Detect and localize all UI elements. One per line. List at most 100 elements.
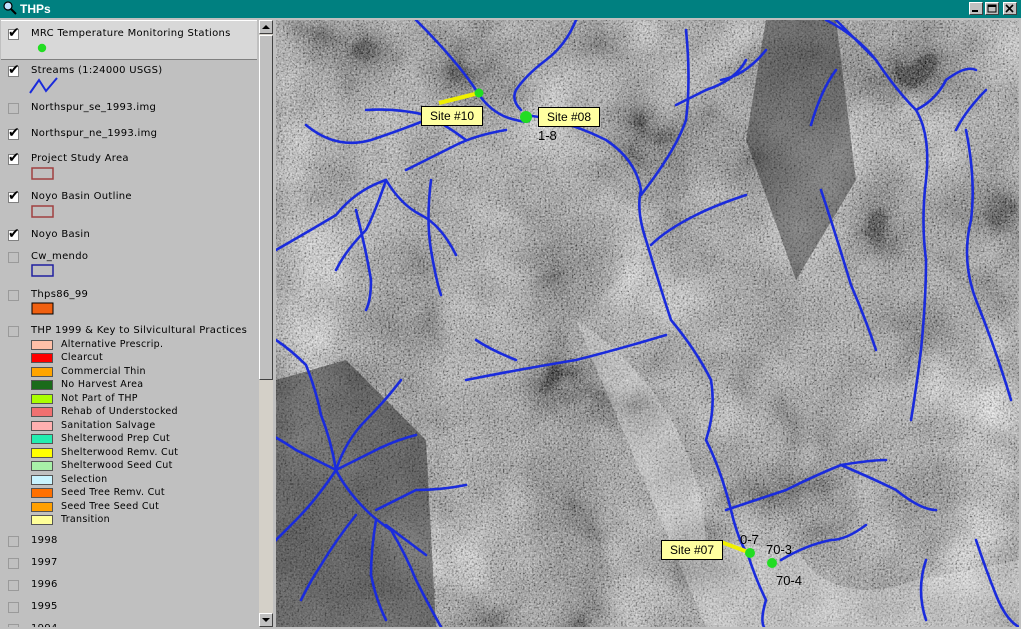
layer-noyo-basin-outline[interactable]: ✔ Noyo Basin Outline <box>1 188 257 222</box>
layer-name: 1994 <box>31 623 58 627</box>
minimize-button[interactable] <box>969 2 983 15</box>
legend-row: Commercial Thin <box>31 366 251 379</box>
layer-checkbox[interactable] <box>8 580 19 591</box>
layer-checkbox[interactable] <box>8 536 19 547</box>
station-point[interactable] <box>767 558 777 568</box>
station-symbol-icon <box>37 43 47 53</box>
legend-row: Rehab of Understocked <box>31 406 251 419</box>
legend-swatch <box>31 488 53 498</box>
legend-row: Clearcut <box>31 352 251 365</box>
layer-1995[interactable]: 1995 <box>1 598 257 618</box>
layer-1997[interactable]: 1997 <box>1 554 257 574</box>
legend-row: Seed Tree Seed Cut <box>31 501 251 514</box>
legend-label: Shelterwood Prep Cut <box>61 433 170 444</box>
legend-swatch <box>31 502 53 512</box>
table-of-contents: ✔ MRC Temperature Monitoring Stations ✔ … <box>1 20 260 627</box>
station-point[interactable] <box>474 88 484 98</box>
scroll-up-button[interactable] <box>259 20 273 34</box>
close-icon <box>1005 4 1014 13</box>
legend-label: Shelterwood Seed Cut <box>61 460 173 471</box>
layer-1994[interactable]: 1994 <box>1 620 257 627</box>
scroll-thumb[interactable] <box>259 35 273 380</box>
legend-label: Alternative Prescrip. <box>61 339 164 350</box>
layer-streams[interactable]: ✔ Streams (1:24000 USGS) <box>1 60 257 96</box>
outline-symbol-icon <box>31 167 54 180</box>
arrow-down-icon <box>262 618 270 622</box>
map-view[interactable]: Site #10 Site #08 Site #07 70-3 70-4 0-7… <box>276 20 1019 627</box>
legend-swatch <box>31 461 53 471</box>
site-label-10[interactable]: Site #10 <box>421 106 484 126</box>
legend-row: Shelterwood Seed Cut <box>31 460 251 473</box>
outline-symbol-icon <box>31 264 54 277</box>
layer-name: Streams (1:24000 USGS) <box>31 65 163 76</box>
legend-label: Clearcut <box>61 352 104 363</box>
legend-row: Transition <box>31 514 251 527</box>
legend-label: Seed Tree Remv. Cut <box>61 487 165 498</box>
minimize-icon <box>972 10 978 12</box>
station-number: 1-8 <box>538 128 557 143</box>
layer-1998[interactable]: 1998 <box>1 532 257 552</box>
legend-swatch <box>31 434 53 444</box>
layer-name: 1995 <box>31 601 58 612</box>
legend-swatch <box>31 367 53 377</box>
layer-checkbox[interactable]: ✔ <box>8 227 20 241</box>
layer-checkbox[interactable] <box>8 252 19 263</box>
layer-checkbox[interactable]: ✔ <box>8 151 20 165</box>
layer-1996[interactable]: 1996 <box>1 576 257 596</box>
layer-thps86-99[interactable]: Thps86_99 <box>1 286 257 318</box>
maximize-icon <box>987 4 997 13</box>
layer-name: MRC Temperature Monitoring Stations <box>31 28 231 39</box>
layer-checkbox[interactable] <box>8 602 19 613</box>
layer-name: 1997 <box>31 557 58 568</box>
station-point[interactable] <box>745 548 755 558</box>
outline-symbol-icon <box>31 205 54 218</box>
layer-name: 1996 <box>31 579 58 590</box>
layer-checkbox[interactable]: ✔ <box>8 26 20 40</box>
layer-checkbox[interactable]: ✔ <box>8 189 20 203</box>
layer-checkbox[interactable]: ✔ <box>8 126 20 140</box>
layer-project-study-area[interactable]: ✔ Project Study Area <box>1 150 257 184</box>
legend-swatch <box>31 353 53 363</box>
legend-row: Not Part of THP <box>31 393 251 406</box>
layer-name: Noyo Basin <box>31 229 91 240</box>
station-point[interactable] <box>520 111 532 123</box>
legend-label: Seed Tree Seed Cut <box>61 501 160 512</box>
layer-mrc-stations[interactable]: ✔ MRC Temperature Monitoring Stations <box>1 20 257 60</box>
legend-swatch <box>31 407 53 417</box>
layer-checkbox[interactable] <box>8 290 19 301</box>
legend-label: Selection <box>61 474 108 485</box>
legend-row: Seed Tree Remv. Cut <box>31 487 251 500</box>
station-number: 70-3 <box>766 542 793 557</box>
layer-name: Cw_mendo <box>31 251 89 262</box>
legend-label: Commercial Thin <box>61 366 146 377</box>
layer-cw-mendo[interactable]: Cw_mendo <box>1 248 257 282</box>
layer-checkbox[interactable] <box>8 326 19 337</box>
layer-name: Project Study Area <box>31 153 129 164</box>
layer-northspur-se[interactable]: Northspur_se_1993.img <box>1 98 257 120</box>
fill-symbol-icon <box>31 302 54 315</box>
legend-row: Alternative Prescrip. <box>31 339 251 352</box>
layer-checkbox[interactable]: ✔ <box>8 63 20 77</box>
layer-noyo-basin[interactable]: ✔ Noyo Basin <box>1 226 257 246</box>
site-label-07[interactable]: Site #07 <box>661 540 724 560</box>
scroll-down-button[interactable] <box>259 613 273 627</box>
aerial-image <box>276 20 1019 627</box>
layer-name: Northspur_se_1993.img <box>31 102 157 113</box>
legend-label: Sanitation Salvage <box>61 420 156 431</box>
layer-checkbox[interactable] <box>8 558 19 569</box>
stream-symbol-icon <box>29 77 58 94</box>
magnifier-icon <box>3 1 17 15</box>
layer-checkbox[interactable] <box>8 624 19 627</box>
toc-scrollbar[interactable] <box>259 20 273 627</box>
legend-row: Shelterwood Prep Cut <box>31 433 251 446</box>
legend-label: No Harvest Area <box>61 379 144 390</box>
legend-row: No Harvest Area <box>31 379 251 392</box>
close-button[interactable] <box>1003 2 1017 15</box>
site-label-08[interactable]: Site #08 <box>538 107 601 127</box>
legend-swatch <box>31 340 53 350</box>
layer-northspur-ne[interactable]: ✔ Northspur_ne_1993.img <box>1 124 257 146</box>
layer-name: Thps86_99 <box>31 289 89 300</box>
legend-label: Not Part of THP <box>61 393 138 404</box>
layer-checkbox[interactable] <box>8 103 19 114</box>
maximize-button[interactable] <box>985 2 999 15</box>
